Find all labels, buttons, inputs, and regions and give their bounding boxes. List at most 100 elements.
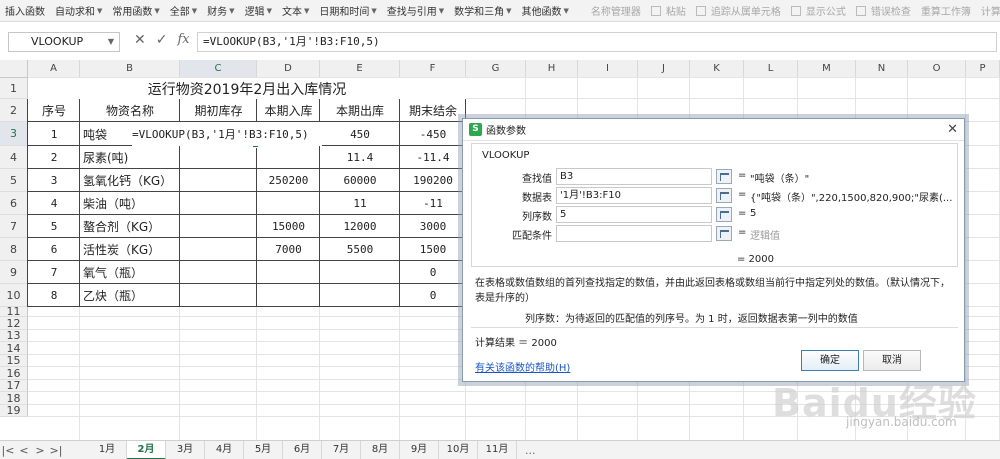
sheet-tab[interactable]: 3月 <box>166 440 205 459</box>
table-cell[interactable]: 6 <box>28 238 80 261</box>
table-cell[interactable] <box>257 284 320 307</box>
arg-input-table[interactable]: '1月'!B3:F10 <box>556 187 712 204</box>
collapse-dialog-icon[interactable] <box>716 188 732 203</box>
table-cell[interactable] <box>180 284 257 307</box>
function-help-link[interactable]: 有关该函数的帮助(H) <box>475 359 570 374</box>
table-cell[interactable]: 2 <box>28 146 80 169</box>
arg-input-range-lookup[interactable] <box>556 225 712 242</box>
table-header-cell[interactable]: 期初库存 <box>180 99 257 122</box>
autosum-button[interactable]: 自动求和 ▼ <box>50 3 107 19</box>
table-header-cell[interactable]: 本期入库 <box>257 99 320 122</box>
table-cell[interactable]: 尿素(吨) <box>80 146 180 169</box>
logical-button[interactable]: 逻辑 ▼ <box>240 3 277 19</box>
row-header[interactable]: 1 <box>0 78 28 99</box>
table-cell[interactable] <box>257 192 320 215</box>
table-cell[interactable]: 1 <box>28 122 80 146</box>
table-cell[interactable] <box>257 261 320 284</box>
sheet-tab[interactable]: 7月 <box>322 440 361 459</box>
table-cell[interactable]: 4 <box>28 192 80 215</box>
column-header[interactable]: F <box>400 60 466 78</box>
table-cell[interactable]: 活性炭（KG） <box>80 238 180 261</box>
row-header[interactable]: 2 <box>0 99 28 122</box>
table-cell[interactable]: 450 <box>320 122 400 146</box>
row-header[interactable]: 11 <box>0 306 28 317</box>
table-header-cell[interactable]: 序号 <box>28 99 80 122</box>
datetime-button[interactable]: 日期和时间 ▼ <box>314 3 381 19</box>
table-header-cell[interactable]: 物资名称 <box>80 99 180 122</box>
all-functions-button[interactable]: 全部 ▼ <box>165 3 202 19</box>
sheet-tab[interactable]: 4月 <box>205 440 244 459</box>
table-cell[interactable]: 乙炔（瓶） <box>80 284 180 307</box>
table-cell[interactable] <box>180 146 257 169</box>
arg-input-lookup-value[interactable]: B3 <box>556 168 712 185</box>
table-cell[interactable] <box>180 215 257 238</box>
column-header[interactable]: I <box>578 60 638 78</box>
arg-input-col-index[interactable]: 5 <box>556 206 712 223</box>
row-header[interactable]: 13 <box>0 330 28 342</box>
cancel-icon[interactable]: ✕ <box>134 32 146 48</box>
table-cell[interactable]: 190200 <box>400 169 466 192</box>
table-cell[interactable] <box>320 261 400 284</box>
trace-dependents-button[interactable]: 追踪从属单元格 <box>691 3 786 18</box>
financial-button[interactable]: 财务 ▼ <box>202 3 239 19</box>
row-header[interactable]: 7 <box>0 215 28 238</box>
sheet-tab[interactable]: 11月 <box>478 440 517 459</box>
more-sheets-icon[interactable]: ... <box>525 444 536 457</box>
table-cell[interactable] <box>180 192 257 215</box>
table-cell[interactable]: 氢氧化钙（KG） <box>80 169 180 192</box>
row-header[interactable]: 5 <box>0 169 28 192</box>
column-header[interactable]: P <box>966 60 1000 78</box>
table-cell[interactable]: 250200 <box>257 169 320 192</box>
collapse-dialog-icon[interactable] <box>716 169 732 184</box>
table-cell[interactable]: 7 <box>28 261 80 284</box>
show-formulas-button[interactable]: 显示公式 <box>786 3 851 18</box>
sheet-tab[interactable]: 9月 <box>400 440 439 459</box>
calc-sheet-button[interactable]: 计算工作表 <box>976 3 1000 18</box>
table-cell[interactable]: 3000 <box>400 215 466 238</box>
sheet-tab[interactable]: 6月 <box>283 440 322 459</box>
table-header-cell[interactable]: 期末结余 <box>400 99 466 122</box>
table-cell[interactable]: 5 <box>28 215 80 238</box>
formula-input[interactable]: =VLOOKUP(B3,'1月'!B3:F10,5) <box>197 32 997 52</box>
column-header[interactable]: J <box>638 60 690 78</box>
prev-sheet-icon[interactable]: < <box>16 444 32 457</box>
paste-button[interactable]: 粘贴 <box>646 3 691 18</box>
row-header[interactable]: 4 <box>0 146 28 169</box>
math-trig-button[interactable]: 数学和三角 ▼ <box>449 3 516 19</box>
row-header[interactable]: 9 <box>0 261 28 284</box>
table-cell[interactable]: 1500 <box>400 238 466 261</box>
table-cell[interactable]: 11.4 <box>320 146 400 169</box>
row-header[interactable]: 6 <box>0 192 28 215</box>
table-cell[interactable]: -11 <box>400 192 466 215</box>
table-cell[interactable] <box>180 238 257 261</box>
first-sheet-icon[interactable]: |< <box>0 444 16 457</box>
chevron-down-icon[interactable]: ▼ <box>108 33 114 51</box>
sheet-tab[interactable]: 5月 <box>244 440 283 459</box>
table-cell[interactable]: 11 <box>320 192 400 215</box>
column-header[interactable]: M <box>798 60 856 78</box>
table-cell[interactable]: 氧气（瓶） <box>80 261 180 284</box>
column-header[interactable]: O <box>908 60 966 78</box>
column-header[interactable]: D <box>257 60 320 78</box>
column-header[interactable]: L <box>744 60 798 78</box>
table-cell[interactable]: 8 <box>28 284 80 307</box>
row-header[interactable]: 15 <box>0 355 28 367</box>
table-cell[interactable] <box>257 146 320 169</box>
next-sheet-icon[interactable]: > <box>32 444 48 457</box>
table-cell[interactable]: 0 <box>400 261 466 284</box>
active-cell-formula[interactable]: =VLOOKUP(B3,'1月'!B3:F10,5) <box>132 122 322 146</box>
row-header[interactable]: 17 <box>0 380 28 392</box>
collapse-dialog-icon[interactable] <box>716 226 732 241</box>
table-cell[interactable]: 5500 <box>320 238 400 261</box>
collapse-dialog-icon[interactable] <box>716 207 732 222</box>
dialog-titlebar[interactable]: S 函数参数 ✕ <box>463 119 964 141</box>
sheet-tab[interactable]: 1月 <box>88 440 127 459</box>
column-header[interactable]: A <box>28 60 80 78</box>
enter-icon[interactable]: ✓ <box>156 32 168 48</box>
name-box[interactable]: VLOOKUP ▼ <box>8 32 120 52</box>
table-cell[interactable] <box>180 169 257 192</box>
error-check-button[interactable]: 错误检查 <box>851 3 916 18</box>
table-cell[interactable]: 60000 <box>320 169 400 192</box>
table-cell[interactable] <box>180 261 257 284</box>
last-sheet-icon[interactable]: >| <box>48 444 64 457</box>
